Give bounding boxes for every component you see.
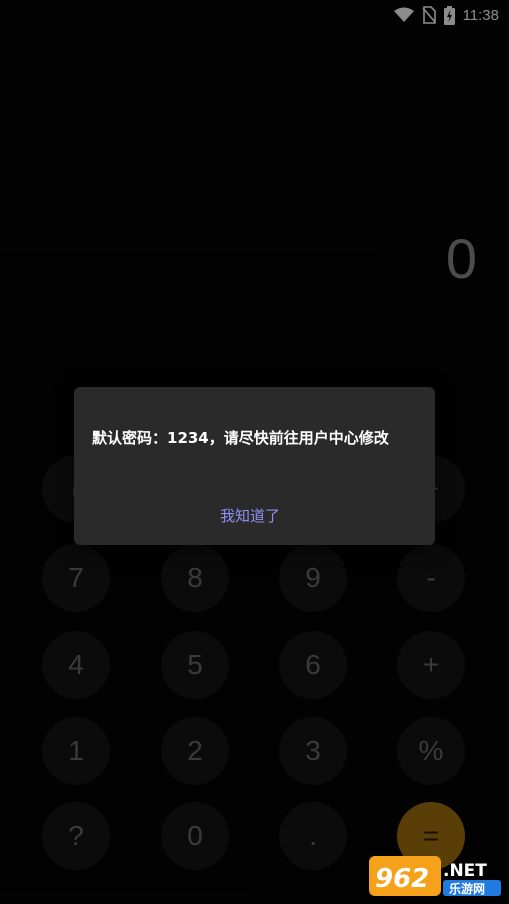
dialog-ok-button[interactable]: 我知道了	[220, 505, 280, 526]
svg-text:.NET: .NET	[443, 861, 487, 881]
calculator-screen: 11:38 0 ( − 7 8 9 - 4 5 6 + 1 2 3 % ? 0 …	[0, 0, 509, 904]
svg-text:962: 962	[375, 864, 429, 894]
dialog-message: 默认密码：1234，请尽快前往用户中心修改	[92, 429, 389, 447]
watermark-logo: 962 .NET 乐游网	[369, 854, 503, 898]
svg-text:乐游网: 乐游网	[449, 881, 485, 896]
password-notice-dialog: 默认密码：1234，请尽快前往用户中心修改 我知道了	[74, 387, 435, 545]
